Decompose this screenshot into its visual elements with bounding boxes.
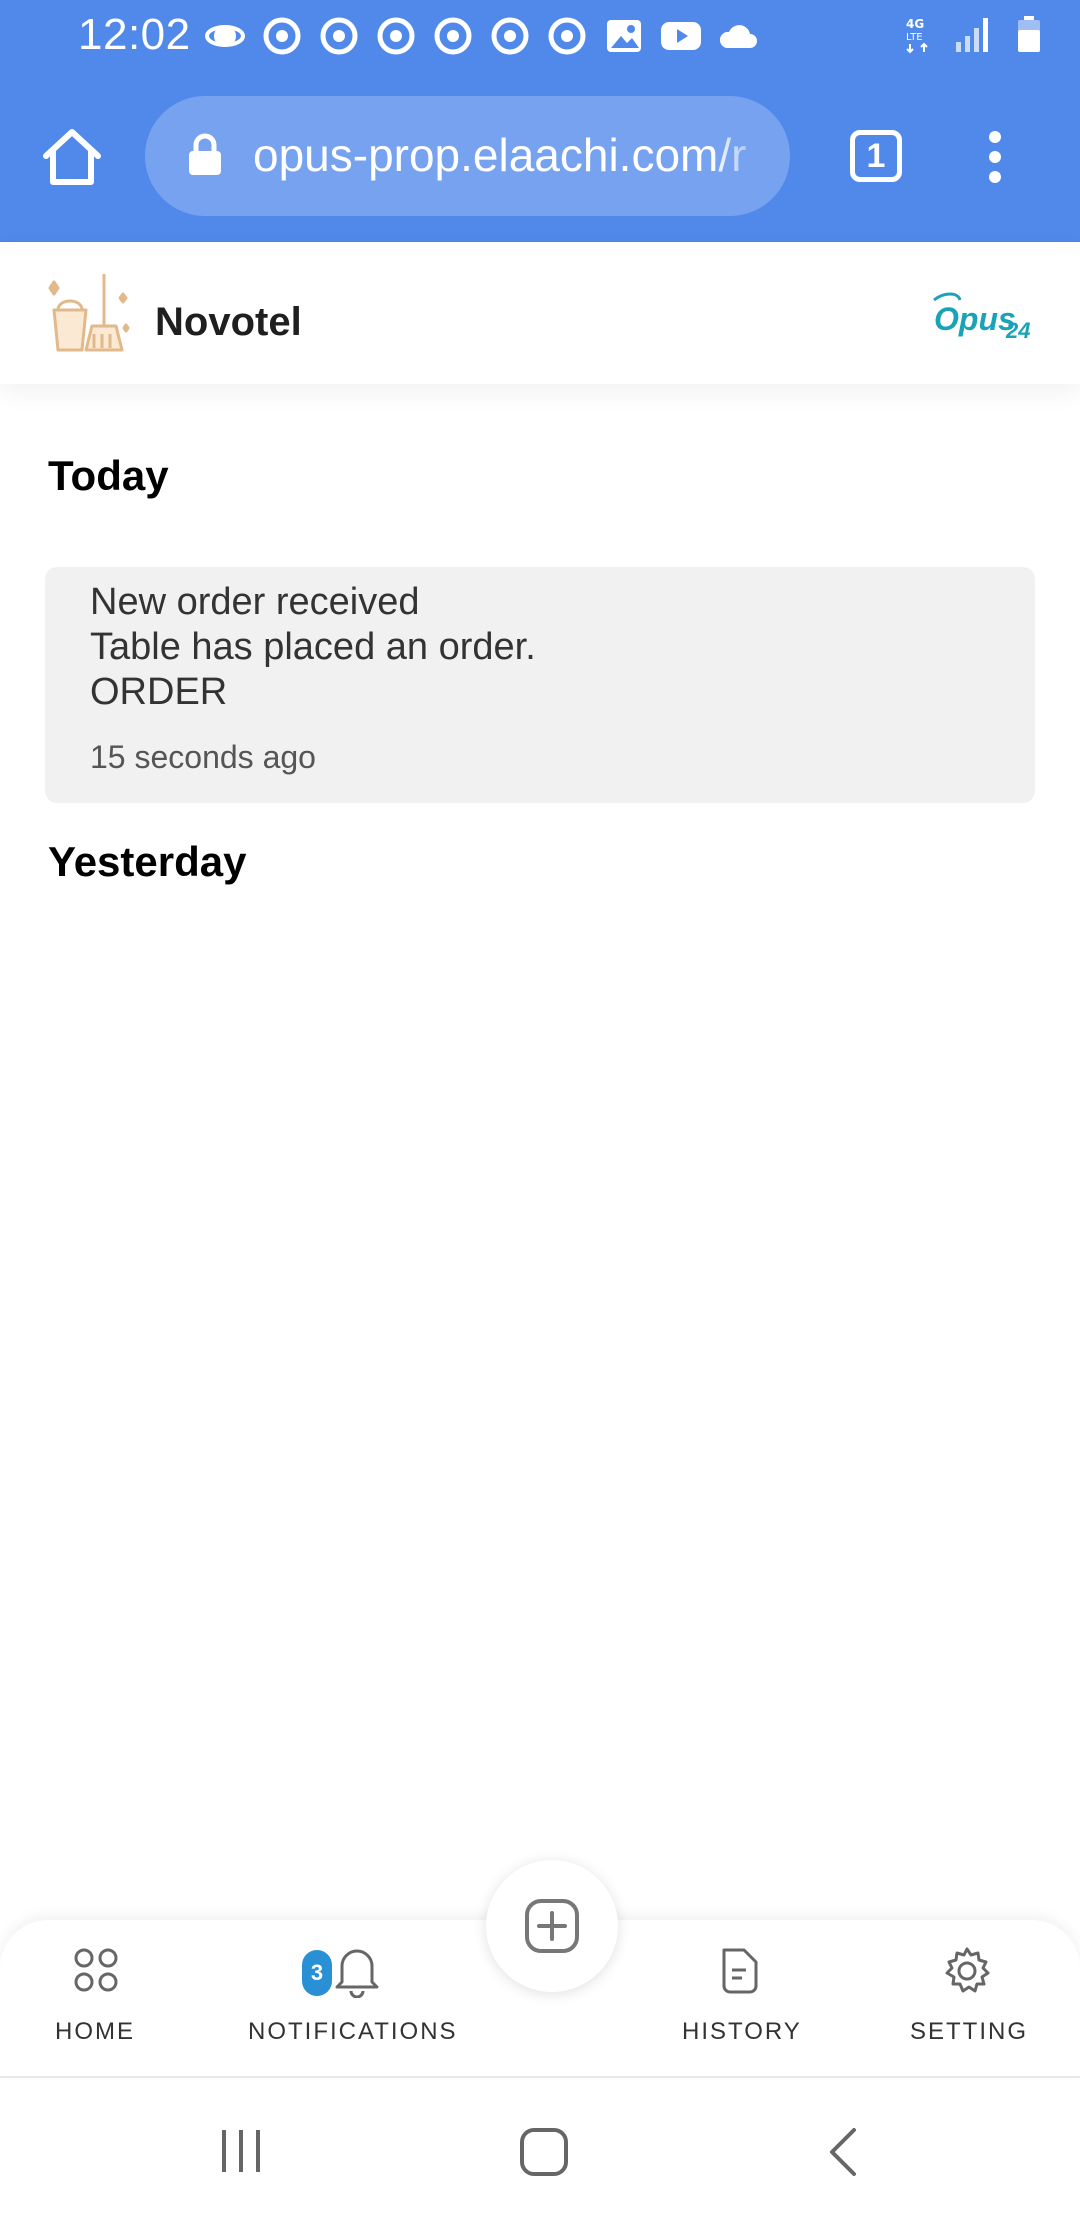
home-grid-icon [74,1948,118,1992]
chrome-icon [434,17,472,55]
nav-history-label: HISTORY [682,2018,802,2045]
battery-icon [1018,16,1040,52]
browser-toolbar: 12:02 4G LTE opus-prop.elaachi.com/r 1 [0,0,1080,242]
chrome-icon [263,17,301,55]
add-button[interactable] [486,1860,618,1992]
lock-icon [189,133,221,175]
notification-type: ORDER [90,671,228,713]
nav-notifications-label: NOTIFICATIONS [248,2018,458,2045]
notification-count-badge: 3 [302,1950,332,1996]
4g-lte-icon: 4GLTE [906,17,928,54]
address-bar[interactable]: opus-prop.elaachi.com/r [145,96,790,216]
signal-icon [956,18,988,52]
system-status-icons: 4G LTE [904,14,1042,54]
notification-message: Table has placed an order. [90,626,536,668]
image-icon [607,20,641,52]
notification-time: 15 seconds ago [90,739,316,775]
recent-apps-icon[interactable] [218,2126,264,2176]
chrome-icon [491,17,529,55]
notification-title: New order received [90,581,420,623]
nav-setting[interactable]: SETTING [880,1920,1055,2078]
browser-home-button[interactable] [40,126,104,188]
history-document-icon [722,1948,758,1994]
system-navigation-bar [0,2080,1080,2220]
settings-gear-icon [945,1947,990,1993]
nav-history[interactable]: HISTORY [660,1920,820,2078]
nav-setting-label: SETTING [910,2018,1029,2045]
svg-text:LTE: LTE [906,32,923,43]
svg-text:24: 24 [1005,318,1030,343]
screen: 12:02 4G LTE opus-prop.elaachi.com/r 1 N… [0,0,1080,2220]
chrome-icon [377,17,415,55]
opus24-logo: Opus 24 [933,292,1030,343]
section-title-yesterday: Yesterday [48,838,247,885]
cloud-icon [719,25,757,48]
nav-notifications[interactable]: NOTIFICATIONS [230,1920,480,2078]
more-options-icon[interactable] [980,130,1010,184]
nav-home-label: HOME [55,2018,135,2045]
system-home-icon[interactable] [518,2126,570,2178]
housekeeping-logo-icon [48,274,130,352]
section-title-today: Today [48,452,169,499]
nav-home[interactable]: HOME [0,1920,192,2078]
back-icon[interactable] [826,2126,860,2178]
notification-icons [204,16,759,56]
tab-switcher-button[interactable]: 1 [850,130,902,182]
chrome-icon [548,17,586,55]
add-icon [525,1899,579,1953]
svg-text:Opus: Opus [934,301,1016,337]
bell-icon [335,1949,379,1998]
saturn-icon [205,25,245,47]
youtube-icon [661,22,701,50]
svg-text:4G: 4G [906,17,924,31]
chrome-icon [320,17,358,55]
property-name: Novotel [155,300,302,344]
status-time: 12:02 [78,10,191,59]
url-text: opus-prop.elaachi.com/r [253,129,747,181]
notification-card[interactable]: New order received Table has placed an o… [45,567,1035,803]
status-bar: 12:02 4G LTE [0,0,1080,72]
